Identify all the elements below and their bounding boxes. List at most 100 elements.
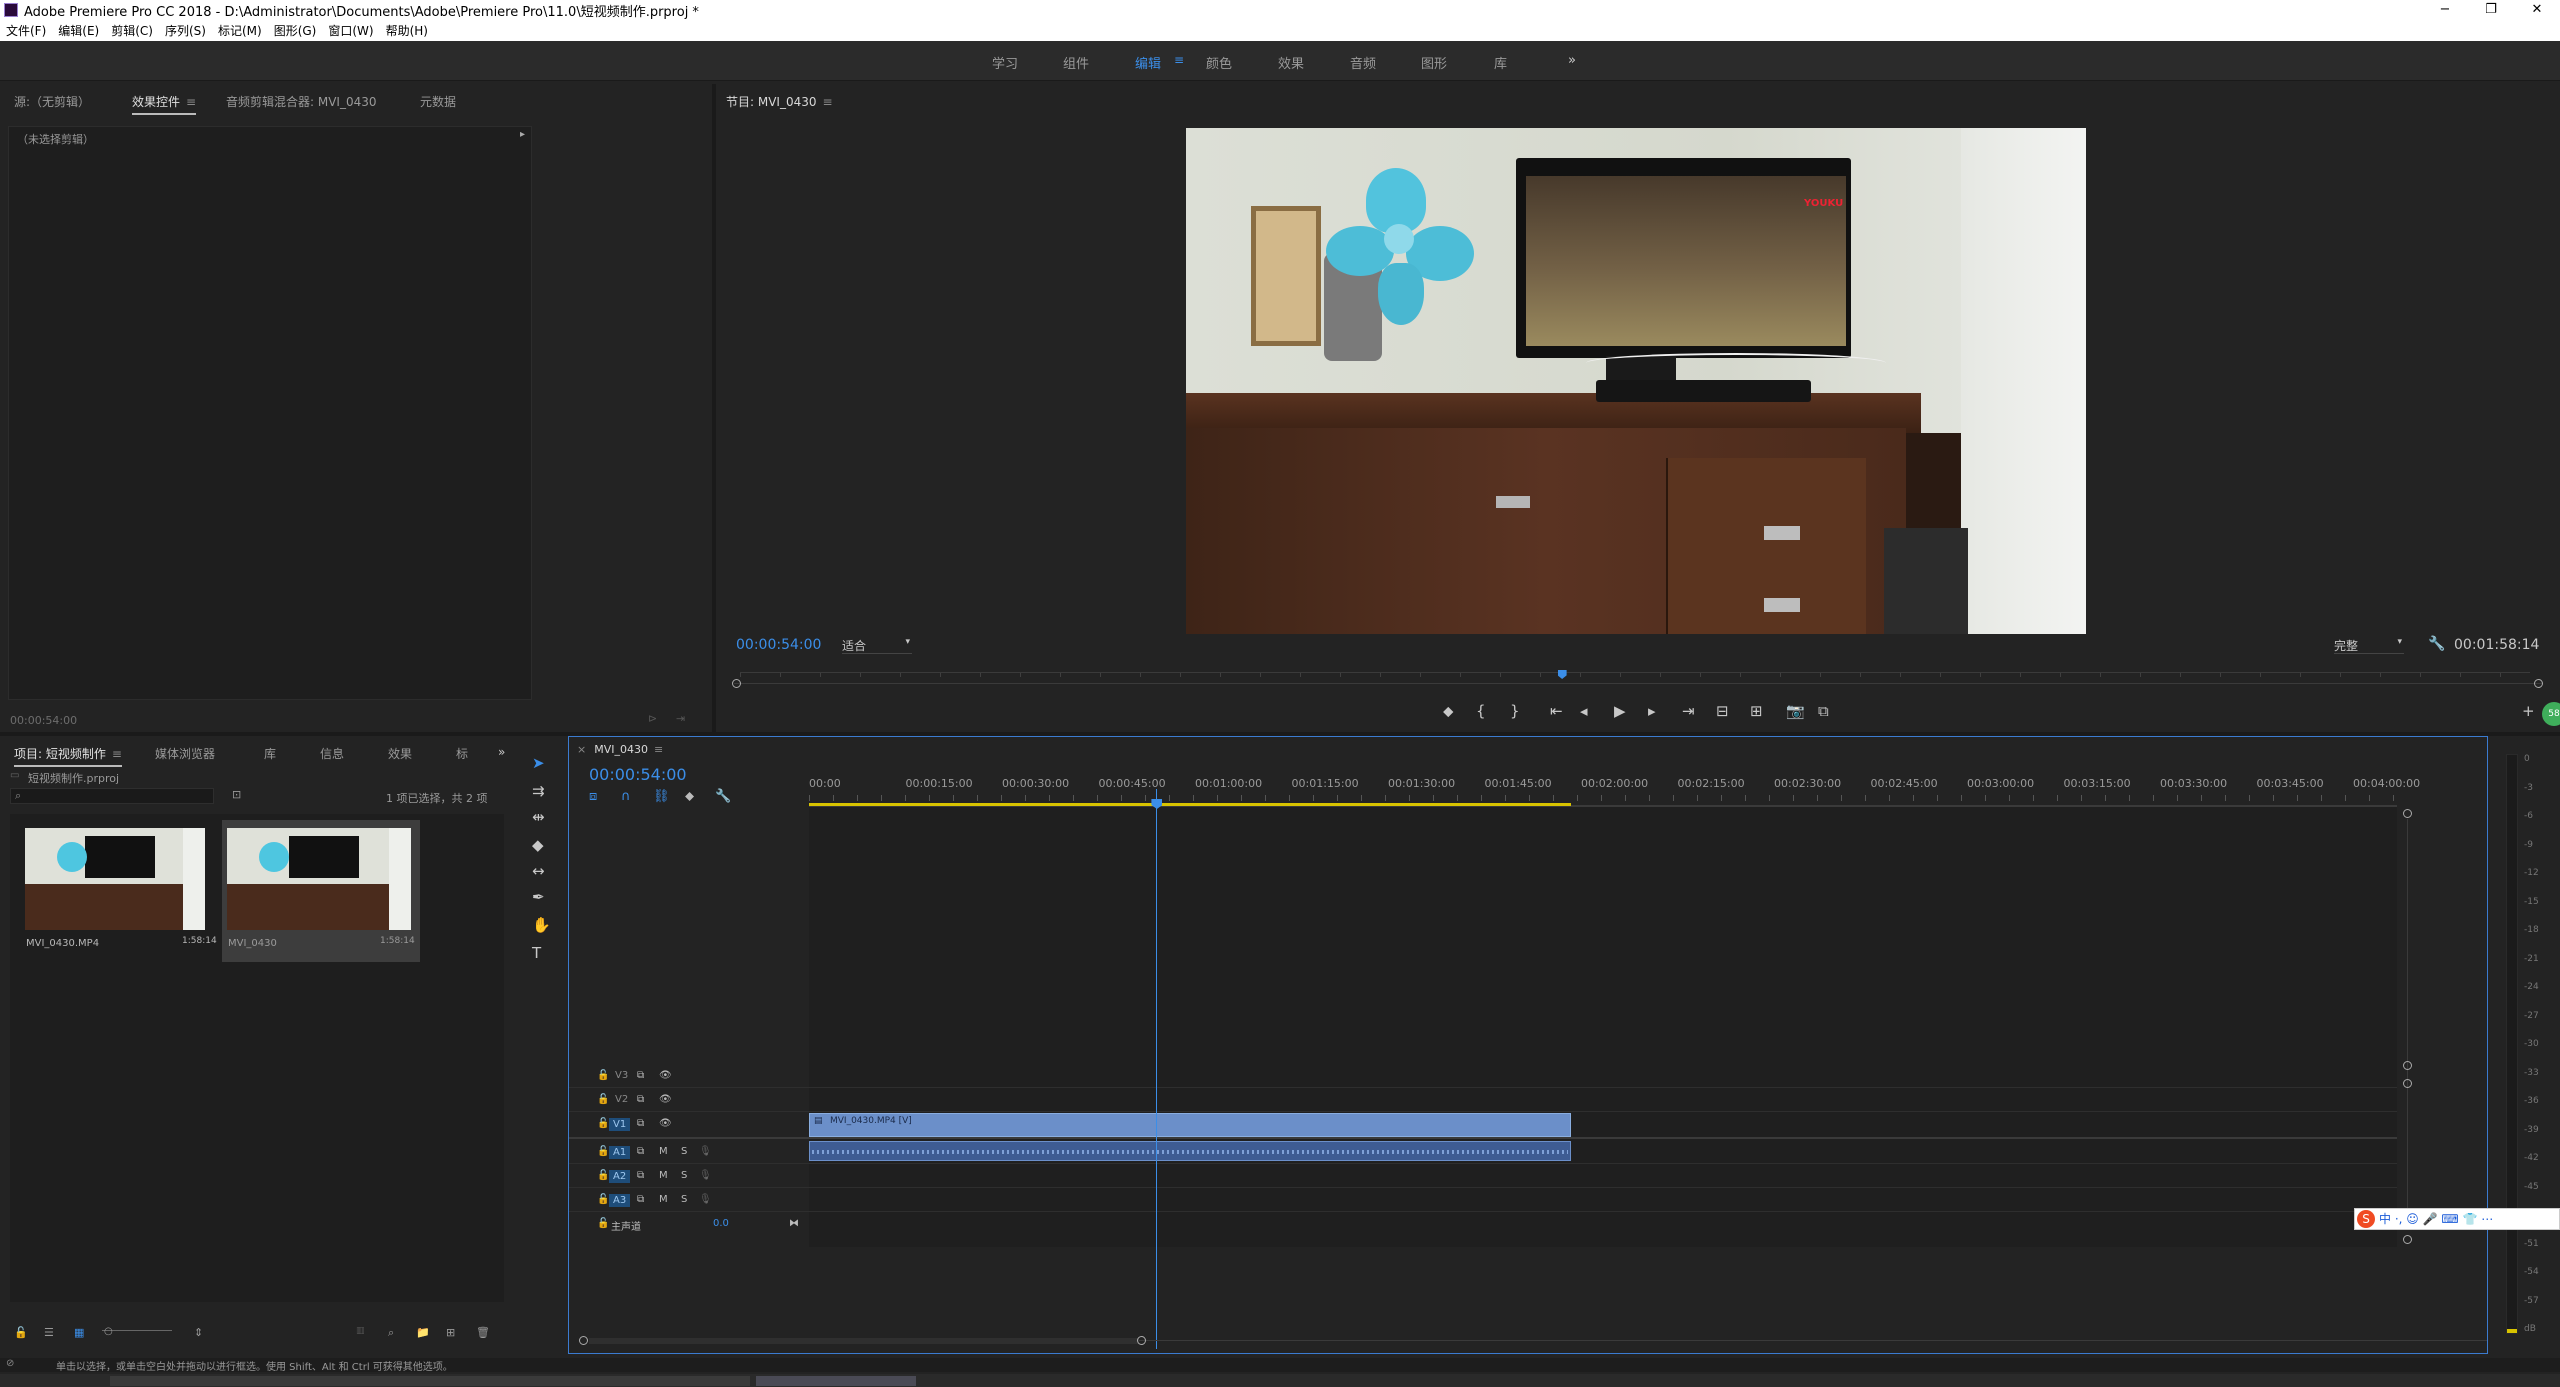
zoom-handle-right[interactable] (2534, 679, 2543, 688)
track-a1[interactable]: 🔓 A1 ⧉ M S 🎙 (569, 1141, 809, 1165)
floating-badge-icon[interactable]: 58 (2542, 702, 2560, 726)
add-marker-icon[interactable]: ⬥ (1443, 702, 1454, 720)
more-tabs-icon[interactable]: » (498, 745, 505, 759)
tab-markers[interactable]: 标 (456, 745, 468, 762)
microphone-icon[interactable]: 🎙 (699, 1170, 712, 1181)
new-search-bin-icon[interactable]: ⊡ (232, 788, 241, 801)
project-item-mvi-0430-mp4[interactable]: MVI_0430.MP4 1:58:14 (20, 820, 222, 962)
type-tool-icon[interactable]: T (532, 944, 541, 962)
track-name-v1[interactable]: V1 (609, 1118, 631, 1131)
lift-icon[interactable]: ⊟ (1716, 702, 1729, 720)
track-name-a2[interactable]: A2 (609, 1170, 631, 1183)
tab-metadata[interactable]: 元数据 (420, 93, 456, 110)
hand-tool-icon[interactable]: ✋ (532, 916, 551, 934)
linked-selection-icon[interactable]: ⛓ (653, 789, 670, 804)
taskbar-items[interactable] (110, 1376, 750, 1386)
play-icon[interactable]: ▶ (1614, 702, 1626, 720)
add-button-icon[interactable]: + (2522, 702, 2535, 720)
ripple-edit-tool-icon[interactable]: ⇹ (532, 808, 545, 826)
project-search-field[interactable]: ⌕ (10, 788, 214, 804)
tab-libraries[interactable]: 库 (264, 745, 276, 762)
export-frame-icon[interactable]: 📷 (1786, 702, 1805, 720)
track-master[interactable]: 🔓 主声道 0.0 ⧓ (569, 1213, 809, 1237)
filter-icon[interactable]: ⊳ (648, 712, 657, 725)
project-item-mvi-0430-sequence[interactable]: MVI_0430 1:58:14 (222, 820, 420, 962)
extract-icon[interactable]: ⊞ (1750, 702, 1763, 720)
track-v3[interactable]: 🔓 V3 ⧉ 👁 (569, 1065, 809, 1089)
timeline-timecode[interactable]: 00:00:54:00 (589, 765, 687, 784)
program-current-timecode[interactable]: 00:00:54:00 (736, 637, 821, 653)
track-v2[interactable]: 🔓 V2 ⧉ 👁 (569, 1089, 809, 1113)
workspace-libraries[interactable]: 库 (1494, 53, 1507, 72)
workspace-color[interactable]: 颜色 (1206, 53, 1232, 72)
sync-lock-icon[interactable]: ⧉ (637, 1170, 644, 1181)
mute-button[interactable]: M (659, 1194, 668, 1205)
timeline-playhead[interactable] (1151, 789, 1163, 1349)
go-to-in-icon[interactable]: ⇤ (1550, 702, 1563, 720)
eye-icon[interactable]: 👁 (659, 1118, 672, 1129)
new-item-icon[interactable]: ⊞ (446, 1326, 455, 1339)
workspace-menu-icon[interactable]: ≡ (1174, 53, 1184, 67)
add-marker-icon[interactable]: ⬥ (685, 789, 694, 804)
close-icon[interactable]: × (577, 743, 586, 756)
project-search-input[interactable] (29, 789, 209, 803)
timeline-sequence-tab[interactable]: × MVI_0430 ≡ (577, 743, 663, 756)
tab-info[interactable]: 信息 (320, 745, 344, 762)
solo-button[interactable]: S (681, 1146, 687, 1157)
timeline-vertical-scroll[interactable] (2403, 807, 2413, 1247)
workspace-assembly[interactable]: 组件 (1063, 53, 1089, 72)
tab-source[interactable]: 源:（无剪辑） (14, 93, 90, 110)
step-back-icon[interactable]: ◂ (1580, 702, 1588, 720)
ime-toolbar[interactable]: S 中 ·, ☺ 🎤 ⌨ 👕 ⋯ (2354, 1208, 2560, 1230)
workspace-effects[interactable]: 效果 (1278, 53, 1304, 72)
track-a2[interactable]: 🔓 A2 ⧉ M S 🎙 (569, 1165, 809, 1189)
track-v1[interactable]: 🔓 V1 ⧉ 👁 (569, 1113, 809, 1137)
taskbar-active-item[interactable] (756, 1376, 916, 1386)
master-volume-value[interactable]: 0.0 (713, 1218, 729, 1229)
wrench-settings-icon[interactable]: 🔧 (2428, 636, 2445, 652)
track-select-tool-icon[interactable]: ⇉ (532, 782, 545, 800)
lock-icon[interactable]: 🔓 (597, 1170, 609, 1181)
selection-tool-icon[interactable]: ➤ (532, 754, 545, 772)
go-to-out-icon[interactable]: ⇥ (1682, 702, 1695, 720)
track-content-area[interactable] (809, 807, 2397, 1247)
panel-menu-icon[interactable]: ≡ (186, 95, 196, 109)
tab-media-browser[interactable]: 媒体浏览器 (155, 745, 215, 762)
mark-out-icon[interactable]: } (1510, 702, 1520, 720)
restore-button[interactable]: ❐ (2468, 0, 2514, 20)
program-monitor-title[interactable]: 节目: MVI_0430 ≡ (726, 93, 833, 110)
sync-lock-icon[interactable]: ⧉ (637, 1194, 644, 1205)
solo-button[interactable]: S (681, 1194, 687, 1205)
export-icon[interactable]: ⇥ (676, 712, 685, 725)
fit-dropdown[interactable]: 适合 ▾ (842, 637, 912, 654)
comparison-view-icon[interactable]: ⧉ (1818, 702, 1829, 720)
lock-icon[interactable]: 🔓 (597, 1194, 609, 1205)
menu-file[interactable]: 文件(F) (0, 22, 52, 39)
lock-icon[interactable]: 🔓 (597, 1118, 609, 1129)
sync-lock-icon[interactable]: ⧉ (637, 1146, 644, 1157)
zoom-slider-handle[interactable]: ○ (104, 1326, 113, 1337)
find-icon[interactable]: ⌕ (388, 1326, 394, 1340)
pen-tool-icon[interactable]: ✒ (532, 888, 545, 906)
tab-audio-clip-mixer[interactable]: 音频剪辑混合器: MVI_0430 (226, 93, 377, 110)
quality-dropdown[interactable]: 完整 ▾ (2334, 637, 2404, 654)
snap-icon[interactable]: ∩ (621, 789, 631, 804)
sync-lock-icon[interactable]: ⧉ (637, 1070, 644, 1081)
nest-toggle-icon[interactable]: ⧈ (589, 789, 597, 804)
menu-markers[interactable]: 标记(M) (212, 22, 268, 39)
program-playhead[interactable] (1557, 670, 1567, 679)
menu-window[interactable]: 窗口(W) (322, 22, 379, 39)
timeline-settings-icon[interactable]: 🔧 (715, 789, 731, 804)
work-area-bar[interactable] (809, 803, 1572, 806)
lock-icon[interactable]: 🔓 (597, 1094, 609, 1105)
menu-sequence[interactable]: 序列(S) (159, 22, 212, 39)
slip-tool-icon[interactable]: ↔ (532, 862, 545, 880)
mute-button[interactable]: M (659, 1146, 668, 1157)
expand-arrow-icon[interactable]: ▸ (520, 129, 525, 140)
audio-clip-a1[interactable] (809, 1141, 1572, 1161)
video-clip-v1[interactable]: ▤ MVI_0430.MP4 [V] (809, 1113, 1572, 1137)
menu-clip[interactable]: 剪辑(C) (105, 22, 159, 39)
track-a3[interactable]: 🔓 A3 ⧉ M S 🎙 (569, 1189, 809, 1213)
timeline-ruler[interactable]: 00:00 00:00:15:00 00:00:30:00 00:00:45:00 00… (809, 777, 2420, 807)
icon-view-icon[interactable]: ▦ (74, 1326, 84, 1339)
